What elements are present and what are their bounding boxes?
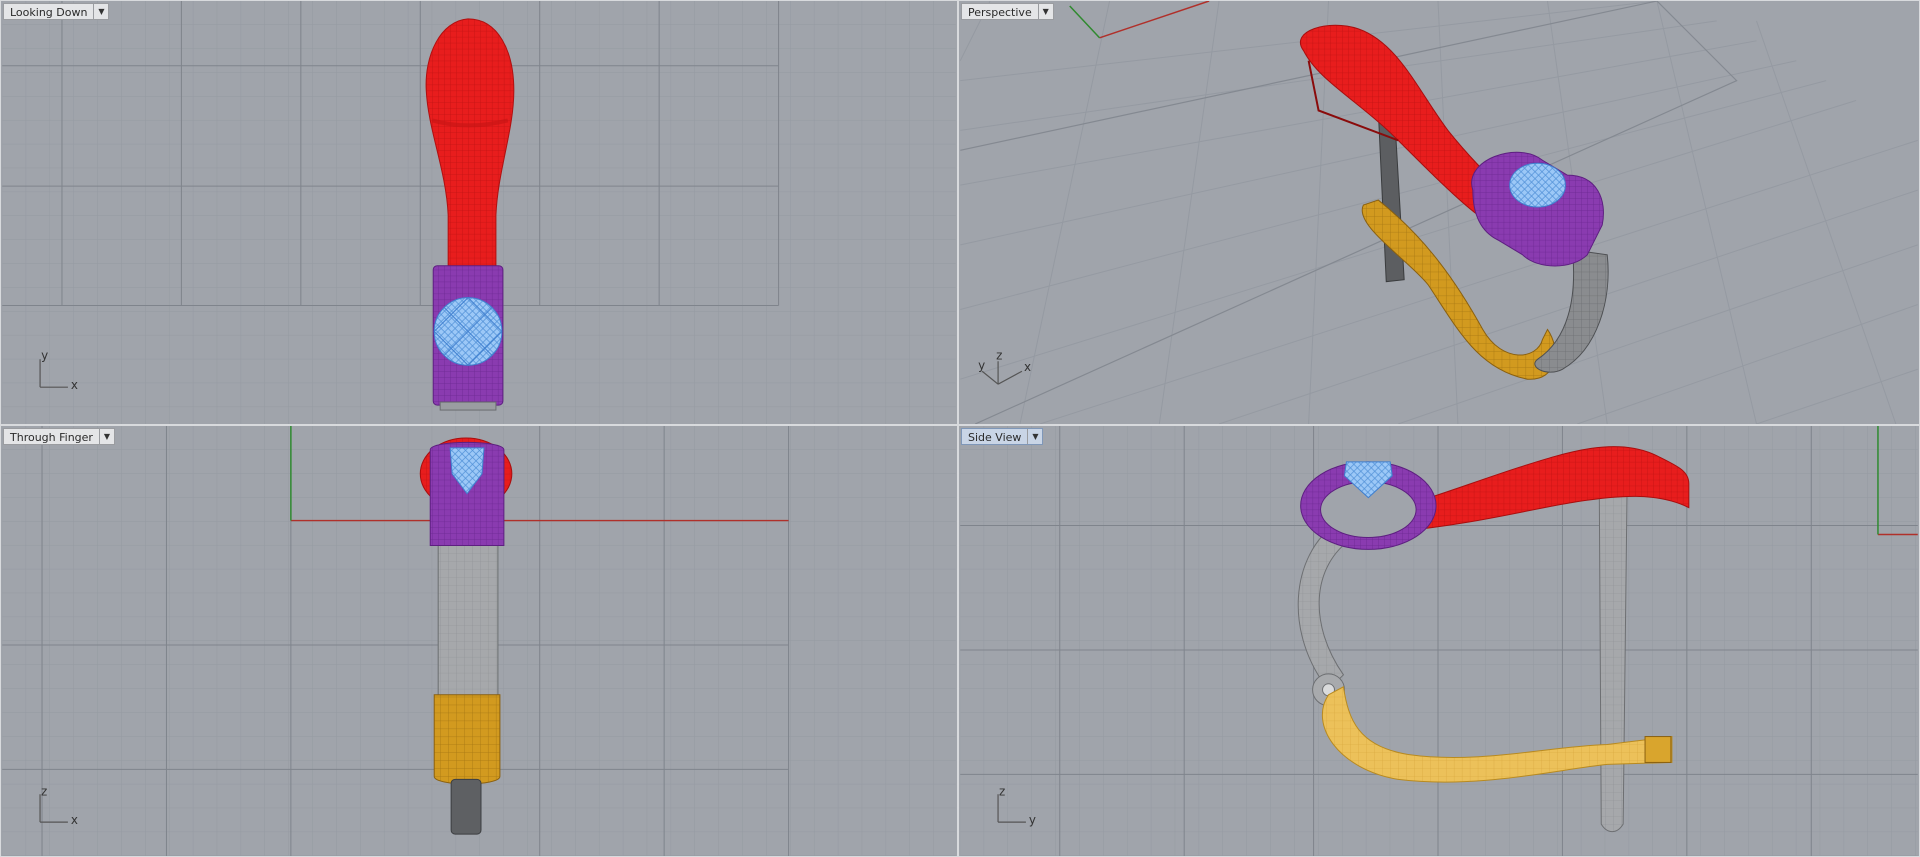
viewport-side-view[interactable]: Side View ▼ z y (958, 425, 1920, 857)
viewport-title[interactable]: Perspective (962, 4, 1038, 19)
dropdown-arrow-icon[interactable]: ▼ (98, 429, 114, 444)
axis-label: x (71, 378, 78, 392)
viewport-canvas[interactable]: z x (1, 426, 957, 856)
viewport-title[interactable]: Side View (962, 429, 1027, 444)
viewport-title-tab[interactable]: Perspective ▼ (961, 3, 1054, 20)
dropdown-arrow-icon[interactable]: ▼ (1037, 4, 1053, 19)
viewport-canvas[interactable]: z y (959, 426, 1919, 856)
viewport-title[interactable]: Through Finger (4, 429, 99, 444)
viewport-canvas[interactable]: y x (1, 1, 957, 424)
axis-label: y (978, 358, 985, 372)
axis-label: x (1024, 360, 1031, 374)
axis-label: z (999, 784, 1005, 798)
viewport-canvas[interactable]: y z x (959, 1, 1919, 424)
axis-label: z (41, 784, 47, 798)
gray-post-model (450, 778, 482, 835)
viewport-title-tab[interactable]: Side View ▼ (961, 428, 1044, 445)
blue-stone-model (1509, 162, 1566, 208)
viewport-title-tab[interactable]: Through Finger ▼ (3, 428, 115, 445)
viewport-title[interactable]: Looking Down (4, 4, 93, 19)
axis-label: y (41, 348, 48, 362)
dropdown-arrow-icon[interactable]: ▼ (1027, 429, 1042, 444)
viewport-title-tab[interactable]: Looking Down ▼ (3, 3, 110, 20)
gray-band-model (437, 525, 499, 711)
viewport-through-finger[interactable]: Through Finger ▼ z x (0, 425, 958, 857)
viewport-looking-down[interactable]: Looking Down ▼ y x (0, 0, 958, 425)
yellow-band-model (433, 694, 501, 785)
axis-label: z (996, 348, 1002, 362)
gray-post-model (1598, 483, 1628, 833)
axis-label: x (71, 813, 78, 827)
axis-label: y (1029, 813, 1036, 827)
dropdown-arrow-icon[interactable]: ▼ (93, 4, 108, 19)
blue-stone-model (433, 296, 503, 366)
viewport-perspective[interactable]: Perspective ▼ y z x (958, 0, 1920, 425)
